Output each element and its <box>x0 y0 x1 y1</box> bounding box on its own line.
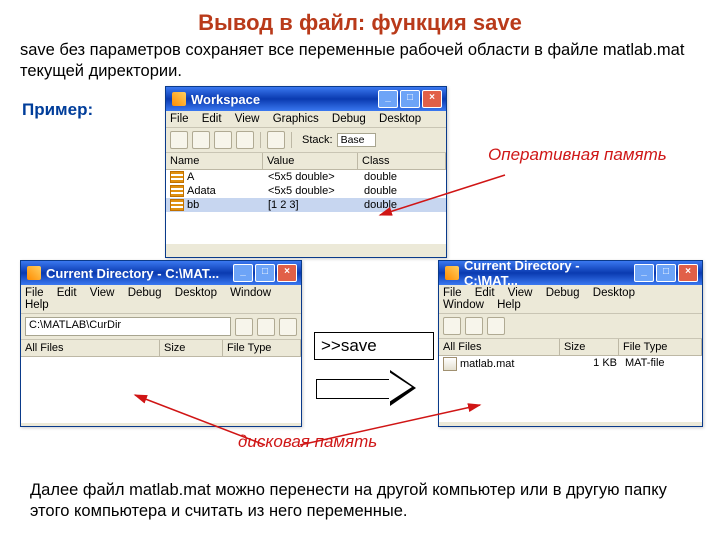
curdir-right-titlebar[interactable]: Current Directory - C:\MAT... _ □ × <box>439 261 702 285</box>
disk-label: дисковая память <box>238 432 377 452</box>
ram-label: Оперативная память <box>488 145 667 165</box>
file-row[interactable]: matlab.mat 1 KB MAT-file <box>439 356 702 372</box>
toolbar-button[interactable] <box>214 131 232 149</box>
col-size[interactable]: Size <box>560 339 619 355</box>
workspace-menubar[interactable]: File Edit View Graphics Debug Desktop <box>166 111 446 128</box>
toolbar-button[interactable] <box>465 317 483 335</box>
workspace-columns: Name Value Class <box>166 153 446 170</box>
col-filetype[interactable]: File Type <box>619 339 702 355</box>
toolbar-button[interactable] <box>170 131 188 149</box>
col-class[interactable]: Class <box>358 153 446 169</box>
workspace-toolbar: Stack: Base <box>166 128 446 153</box>
new-folder-button[interactable] <box>257 318 275 336</box>
close-button[interactable]: × <box>422 90 442 108</box>
menu-help[interactable]: Help <box>497 299 521 311</box>
file-icon <box>443 357 457 371</box>
separator <box>260 132 261 148</box>
matlab-icon <box>445 266 459 280</box>
menu-view[interactable]: View <box>90 287 115 299</box>
close-button[interactable]: × <box>678 264 698 282</box>
col-allfiles[interactable]: All Files <box>439 339 560 355</box>
variable-icon <box>170 199 184 211</box>
col-value[interactable]: Value <box>263 153 358 169</box>
path-bar: C:\MATLAB\CurDir <box>21 314 301 340</box>
workspace-grid: A <5x5 double> double Adata <5x5 double>… <box>166 170 446 244</box>
flow-arrow-icon <box>316 370 422 406</box>
maximize-button[interactable]: □ <box>656 264 676 282</box>
curdir-left-titlebar[interactable]: Current Directory - C:\MAT... _ □ × <box>21 261 301 285</box>
up-button[interactable] <box>235 318 253 336</box>
page-title: Вывод в файл: функция save <box>0 0 720 36</box>
close-button[interactable]: × <box>277 264 297 282</box>
curdir-right-title: Current Directory - C:\MAT... <box>464 258 632 288</box>
workspace-titlebar[interactable]: Workspace _ □ × <box>166 87 446 111</box>
curdir-left-title: Current Directory - C:\MAT... <box>46 266 231 281</box>
matlab-icon <box>27 266 41 280</box>
curdir-right-grid: matlab.mat 1 KB MAT-file <box>439 356 702 422</box>
toolbar-button[interactable] <box>443 317 461 335</box>
minimize-button[interactable]: _ <box>634 264 654 282</box>
menu-file[interactable]: File <box>443 287 462 299</box>
maximize-button[interactable]: □ <box>400 90 420 108</box>
toolbar-button[interactable] <box>192 131 210 149</box>
minimize-button[interactable]: _ <box>233 264 253 282</box>
menu-debug[interactable]: Debug <box>128 287 162 299</box>
var-row[interactable]: Adata <5x5 double> double <box>166 184 446 198</box>
menu-view[interactable]: View <box>508 287 533 299</box>
curdir-right-toolbar <box>439 314 702 339</box>
menu-file[interactable]: File <box>25 287 44 299</box>
example-label: Пример: <box>22 100 93 120</box>
menu-window[interactable]: Window <box>230 287 271 299</box>
menu-help[interactable]: Help <box>25 299 49 311</box>
menu-debug[interactable]: Debug <box>546 287 580 299</box>
curdir-left-window: Current Directory - C:\MAT... _ □ × File… <box>20 260 302 427</box>
matlab-icon <box>172 92 186 106</box>
col-allfiles[interactable]: All Files <box>21 340 160 356</box>
save-command-box: >>save <box>314 332 434 360</box>
variable-icon <box>170 171 184 183</box>
curdir-right-window: Current Directory - C:\MAT... _ □ × File… <box>438 260 703 427</box>
workspace-title: Workspace <box>191 92 376 107</box>
var-row[interactable]: A <5x5 double> double <box>166 170 446 184</box>
menu-desktop[interactable]: Desktop <box>175 287 217 299</box>
curdir-left-menubar[interactable]: File Edit View Debug Desktop Window Help <box>21 285 301 314</box>
col-filetype[interactable]: File Type <box>223 340 301 356</box>
menu-desktop[interactable]: Desktop <box>379 113 421 125</box>
toolbar-button[interactable] <box>236 131 254 149</box>
workspace-window: Workspace _ □ × File Edit View Graphics … <box>165 86 447 258</box>
toolbar-button[interactable] <box>487 317 505 335</box>
variable-icon <box>170 185 184 197</box>
col-size[interactable]: Size <box>160 340 223 356</box>
curdir-left-grid <box>21 357 301 423</box>
maximize-button[interactable]: □ <box>255 264 275 282</box>
curdir-right-columns: All Files Size File Type <box>439 339 702 356</box>
path-input[interactable]: C:\MATLAB\CurDir <box>25 317 231 336</box>
stack-select[interactable]: Base <box>337 133 376 147</box>
minimize-button[interactable]: _ <box>378 90 398 108</box>
toolbar-button[interactable] <box>267 131 285 149</box>
intro-text: save без параметров сохраняет все переме… <box>0 36 720 83</box>
curdir-right-menubar[interactable]: File Edit View Debug Desktop Window Help <box>439 285 702 314</box>
menu-debug[interactable]: Debug <box>332 113 366 125</box>
stack-label: Stack: <box>302 134 333 146</box>
col-name[interactable]: Name <box>166 153 263 169</box>
menu-desktop[interactable]: Desktop <box>593 287 635 299</box>
menu-edit[interactable]: Edit <box>475 287 495 299</box>
menu-file[interactable]: File <box>170 113 189 125</box>
menu-edit[interactable]: Edit <box>57 287 77 299</box>
separator <box>291 132 292 148</box>
var-row-selected[interactable]: bb [1 2 3] double <box>166 198 446 212</box>
curdir-left-columns: All Files Size File Type <box>21 340 301 357</box>
menu-window[interactable]: Window <box>443 299 484 311</box>
find-button[interactable] <box>279 318 297 336</box>
menu-graphics[interactable]: Graphics <box>273 113 319 125</box>
menu-edit[interactable]: Edit <box>202 113 222 125</box>
footer-text: Далее файл matlab.mat можно перенести на… <box>30 480 700 523</box>
menu-view[interactable]: View <box>235 113 260 125</box>
